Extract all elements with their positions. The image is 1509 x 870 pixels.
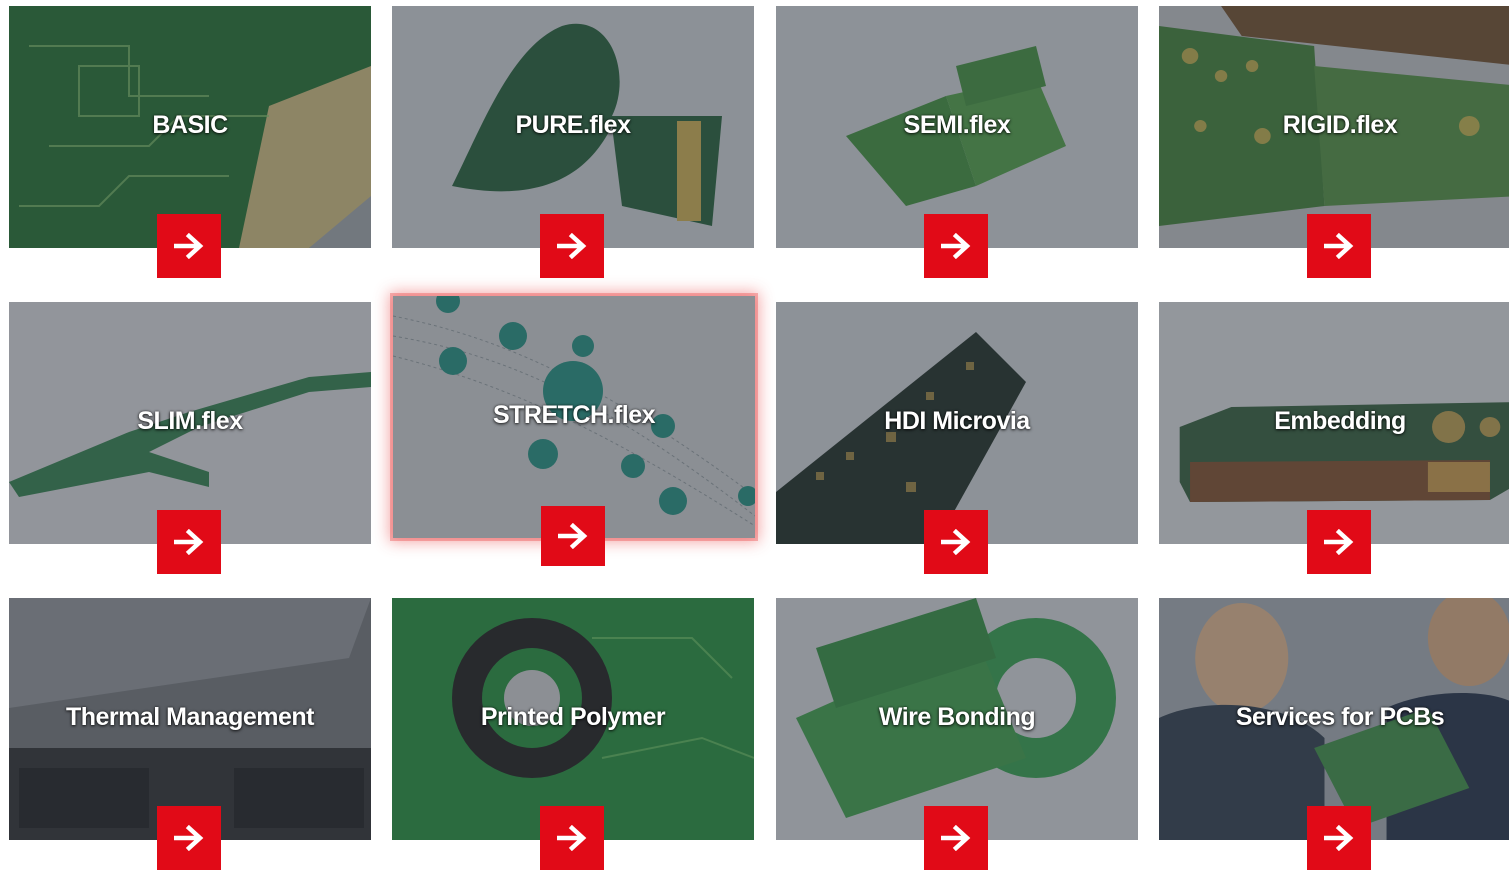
tile-pure-flex[interactable]: PURE.flex bbox=[392, 6, 754, 278]
tile-label: Thermal Management bbox=[65, 703, 315, 731]
tile-printed-polymer[interactable]: Printed Polymer bbox=[392, 598, 754, 870]
arrow-right-icon bbox=[1324, 233, 1354, 259]
tile-label: SLIM.flex bbox=[137, 407, 243, 435]
tile-label: BASIC bbox=[152, 111, 228, 139]
arrow-button[interactable] bbox=[157, 806, 221, 870]
arrow-right-icon bbox=[1324, 529, 1354, 555]
arrow-right-icon bbox=[174, 233, 204, 259]
arrow-button[interactable] bbox=[540, 806, 604, 870]
tile-label: RIGID.flex bbox=[1282, 111, 1398, 139]
tile-label: STRETCH.flex bbox=[492, 401, 656, 429]
tile-label: Services for PCBs bbox=[1235, 703, 1445, 731]
product-grid: BASIC PURE.flex SEMI.flex RIGID.flex SLI… bbox=[0, 0, 1509, 870]
arrow-button[interactable] bbox=[924, 806, 988, 870]
tile-label: PURE.flex bbox=[515, 111, 631, 139]
arrow-right-icon bbox=[1324, 825, 1354, 851]
arrow-button[interactable] bbox=[924, 510, 988, 574]
tile-label: Wire Bonding bbox=[878, 703, 1036, 731]
arrow-right-icon bbox=[557, 825, 587, 851]
tile-wire-bonding[interactable]: Wire Bonding bbox=[776, 598, 1138, 870]
arrow-right-icon bbox=[941, 825, 971, 851]
arrow-right-icon bbox=[557, 233, 587, 259]
arrow-button[interactable] bbox=[157, 214, 221, 278]
arrow-right-icon bbox=[174, 529, 204, 555]
tile-slim-flex[interactable]: SLIM.flex bbox=[9, 302, 371, 574]
arrow-button[interactable] bbox=[540, 214, 604, 278]
tile-rigid-flex[interactable]: RIGID.flex bbox=[1159, 6, 1509, 278]
arrow-right-icon bbox=[174, 825, 204, 851]
arrow-button[interactable] bbox=[541, 506, 605, 566]
tile-stretch-flex[interactable]: STRETCH.flex bbox=[393, 296, 755, 566]
tile-thermal-management[interactable]: Thermal Management bbox=[9, 598, 371, 870]
tile-label: Embedding bbox=[1274, 407, 1406, 435]
arrow-button[interactable] bbox=[157, 510, 221, 574]
arrow-right-icon bbox=[941, 233, 971, 259]
tile-semi-flex[interactable]: SEMI.flex bbox=[776, 6, 1138, 278]
tile-basic[interactable]: BASIC bbox=[9, 6, 371, 278]
arrow-right-icon bbox=[558, 523, 588, 549]
arrow-button[interactable] bbox=[1307, 806, 1371, 870]
arrow-button[interactable] bbox=[924, 214, 988, 278]
tile-hdi-microvia[interactable]: HDI Microvia bbox=[776, 302, 1138, 574]
arrow-button[interactable] bbox=[1307, 510, 1371, 574]
tile-label: Printed Polymer bbox=[480, 703, 666, 731]
tile-embedding[interactable]: Embedding bbox=[1159, 302, 1509, 574]
arrow-button[interactable] bbox=[1307, 214, 1371, 278]
arrow-right-icon bbox=[941, 529, 971, 555]
tile-label: HDI Microvia bbox=[884, 407, 1030, 435]
tile-label: SEMI.flex bbox=[903, 111, 1011, 139]
tile-services-for-pcbs[interactable]: Services for PCBs bbox=[1159, 598, 1509, 870]
